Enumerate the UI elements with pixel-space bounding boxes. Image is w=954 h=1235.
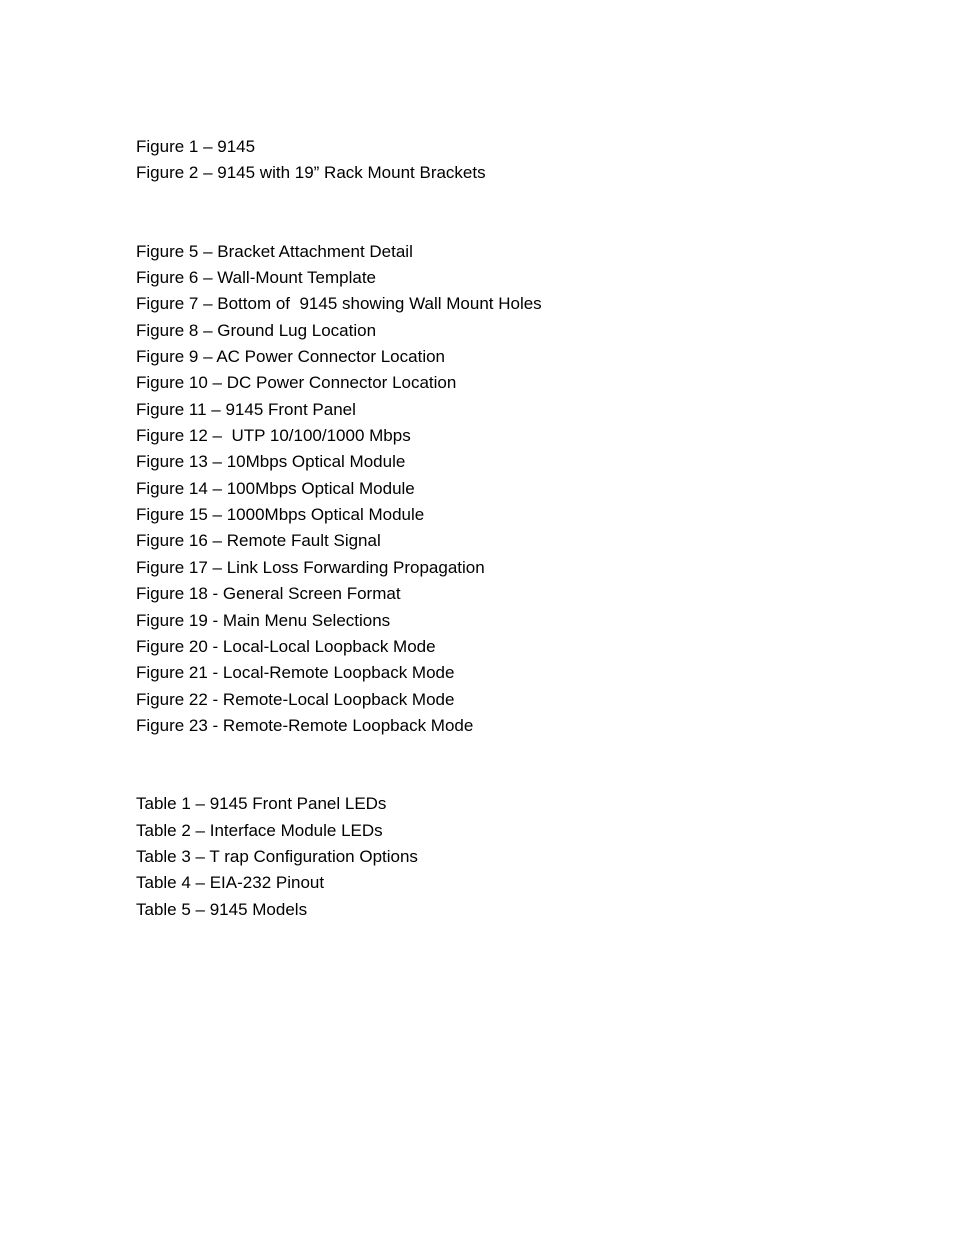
list-item: Table 2 – Interface Module LEDs <box>136 818 954 844</box>
list-item: Figure 9 – AC Power Connector Location <box>136 344 954 370</box>
figures-list-main: Figure 5 – Bracket Attachment Detail Fig… <box>136 239 954 740</box>
list-item: Figure 16 – Remote Fault Signal <box>136 528 954 554</box>
list-item: Figure 19 - Main Menu Selections <box>136 608 954 634</box>
list-item: Figure 14 – 100Mbps Optical Module <box>136 476 954 502</box>
list-item: Table 4 – EIA-232 Pinout <box>136 870 954 896</box>
figures-list-top: Figure 1 – 9145 Figure 2 – 9145 with 19”… <box>136 134 954 187</box>
tables-list: Table 1 – 9145 Front Panel LEDs Table 2 … <box>136 791 954 923</box>
list-item: Figure 2 – 9145 with 19” Rack Mount Brac… <box>136 160 954 186</box>
list-item: Figure 15 – 1000Mbps Optical Module <box>136 502 954 528</box>
list-item: Figure 11 – 9145 Front Panel <box>136 397 954 423</box>
list-item: Figure 18 - General Screen Format <box>136 581 954 607</box>
list-item: Figure 20 - Local-Local Loopback Mode <box>136 634 954 660</box>
list-item: Figure 7 – Bottom of 9145 showing Wall M… <box>136 291 954 317</box>
list-item: Table 5 – 9145 Models <box>136 897 954 923</box>
list-item: Figure 13 – 10Mbps Optical Module <box>136 449 954 475</box>
spacer <box>136 187 954 239</box>
list-item: Figure 12 – UTP 10/100/1000 Mbps <box>136 423 954 449</box>
list-item: Table 1 – 9145 Front Panel LEDs <box>136 791 954 817</box>
list-item: Figure 21 - Local-Remote Loopback Mode <box>136 660 954 686</box>
list-item: Figure 17 – Link Loss Forwarding Propaga… <box>136 555 954 581</box>
list-item: Table 3 – T rap Configuration Options <box>136 844 954 870</box>
list-item: Figure 5 – Bracket Attachment Detail <box>136 239 954 265</box>
list-item: Figure 6 – Wall-Mount Template <box>136 265 954 291</box>
list-item: Figure 22 - Remote-Local Loopback Mode <box>136 687 954 713</box>
spacer <box>136 739 954 791</box>
list-item: Figure 1 – 9145 <box>136 134 954 160</box>
list-item: Figure 23 - Remote-Remote Loopback Mode <box>136 713 954 739</box>
list-item: Figure 8 – Ground Lug Location <box>136 318 954 344</box>
list-item: Figure 10 – DC Power Connector Location <box>136 370 954 396</box>
